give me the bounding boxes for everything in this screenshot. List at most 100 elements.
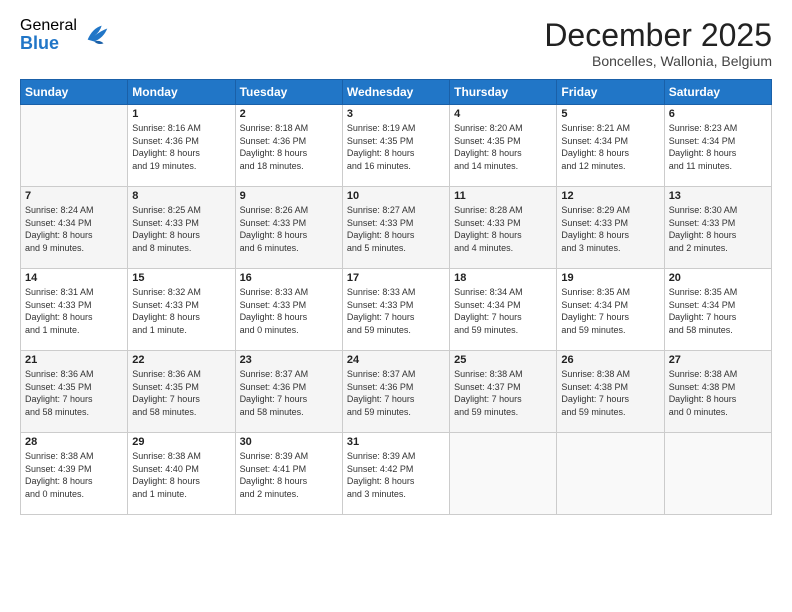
day-info: Sunrise: 8:35 AMSunset: 4:34 PMDaylight:… xyxy=(561,286,659,336)
day-info: Sunrise: 8:20 AMSunset: 4:35 PMDaylight:… xyxy=(454,122,552,172)
logo-general: General xyxy=(20,18,77,34)
table-row: 24Sunrise: 8:37 AMSunset: 4:36 PMDayligh… xyxy=(342,351,449,433)
day-number: 21 xyxy=(25,354,123,366)
day-number: 10 xyxy=(347,190,445,202)
table-row: 5 Sunrise: 8:21 AMSunset: 4:34 PMDaylight… xyxy=(557,105,664,187)
day-number: 1 xyxy=(132,108,230,120)
table-row xyxy=(557,433,664,515)
calendar-week-row: 14 Sunrise: 8:31 AMSunset: 4:33 PMDayligh… xyxy=(21,269,772,351)
table-row: 12 Sunrise: 8:29 AMSunset: 4:33 PMDayligh… xyxy=(557,187,664,269)
calendar-week-row: 21 Sunrise: 8:36 AMSunset: 4:35 PMDayligh… xyxy=(21,351,772,433)
table-row xyxy=(21,105,128,187)
table-row: 3 Sunrise: 8:19 AMSunset: 4:35 PMDaylight… xyxy=(342,105,449,187)
header: General Blue December 2025 Boncelles, Wa… xyxy=(20,18,772,69)
table-row: 6 Sunrise: 8:23 AMSunset: 4:34 PMDaylight… xyxy=(664,105,771,187)
day-info: Sunrise: 8:21 AMSunset: 4:34 PMDaylight:… xyxy=(561,122,659,172)
day-info: Sunrise: 8:30 AMSunset: 4:33 PMDaylight:… xyxy=(669,204,767,254)
table-row: 26 Sunrise: 8:38 AMSunset: 4:38 PMDayligh… xyxy=(557,351,664,433)
day-number: 25 xyxy=(454,354,552,366)
day-info: Sunrise: 8:26 AMSunset: 4:33 PMDaylight:… xyxy=(240,204,338,254)
day-number: 19 xyxy=(561,272,659,284)
day-number: 28 xyxy=(25,436,123,448)
table-row: 1 Sunrise: 8:16 AMSunset: 4:36 PMDaylight… xyxy=(128,105,235,187)
day-info: Sunrise: 8:37 AMSunset: 4:36 PMDaylight:… xyxy=(240,368,338,418)
day-info: Sunrise: 8:39 AMSunset: 4:42 PMDaylight:… xyxy=(347,450,445,500)
table-row: 29Sunrise: 8:38 AMSunset: 4:40 PMDayligh… xyxy=(128,433,235,515)
table-row: 30Sunrise: 8:39 AMSunset: 4:41 PMDayligh… xyxy=(235,433,342,515)
table-row: 22 Sunrise: 8:36 AMSunset: 4:35 PMDayligh… xyxy=(128,351,235,433)
table-row: 9 Sunrise: 8:26 AMSunset: 4:33 PMDaylight… xyxy=(235,187,342,269)
logo: General Blue xyxy=(20,18,111,52)
table-row xyxy=(450,433,557,515)
page: General Blue December 2025 Boncelles, Wa… xyxy=(0,0,792,612)
logo-bird-icon xyxy=(83,21,111,49)
header-tuesday: Tuesday xyxy=(235,80,342,105)
day-info: Sunrise: 8:29 AMSunset: 4:33 PMDaylight:… xyxy=(561,204,659,254)
day-number: 26 xyxy=(561,354,659,366)
day-number: 20 xyxy=(669,272,767,284)
day-number: 18 xyxy=(454,272,552,284)
day-number: 17 xyxy=(347,272,445,284)
table-row: 23Sunrise: 8:37 AMSunset: 4:36 PMDayligh… xyxy=(235,351,342,433)
month-title: December 2025 xyxy=(544,18,772,53)
day-number: 11 xyxy=(454,190,552,202)
header-sunday: Sunday xyxy=(21,80,128,105)
day-info: Sunrise: 8:33 AMSunset: 4:33 PMDaylight:… xyxy=(347,286,445,336)
table-row: 17 Sunrise: 8:33 AMSunset: 4:33 PMDayligh… xyxy=(342,269,449,351)
day-number: 2 xyxy=(240,108,338,120)
day-info: Sunrise: 8:27 AMSunset: 4:33 PMDaylight:… xyxy=(347,204,445,254)
header-saturday: Saturday xyxy=(664,80,771,105)
day-info: Sunrise: 8:16 AMSunset: 4:36 PMDaylight:… xyxy=(132,122,230,172)
table-row: 14 Sunrise: 8:31 AMSunset: 4:33 PMDayligh… xyxy=(21,269,128,351)
table-row: 11Sunrise: 8:28 AMSunset: 4:33 PMDayligh… xyxy=(450,187,557,269)
header-monday: Monday xyxy=(128,80,235,105)
day-info: Sunrise: 8:36 AMSunset: 4:35 PMDaylight:… xyxy=(25,368,123,418)
day-info: Sunrise: 8:34 AMSunset: 4:34 PMDaylight:… xyxy=(454,286,552,336)
day-info: Sunrise: 8:36 AMSunset: 4:35 PMDaylight:… xyxy=(132,368,230,418)
table-row: 18 Sunrise: 8:34 AMSunset: 4:34 PMDayligh… xyxy=(450,269,557,351)
table-row: 7 Sunrise: 8:24 AMSunset: 4:34 PMDaylight… xyxy=(21,187,128,269)
day-info: Sunrise: 8:19 AMSunset: 4:35 PMDaylight:… xyxy=(347,122,445,172)
day-number: 5 xyxy=(561,108,659,120)
table-row xyxy=(664,433,771,515)
table-row: 10 Sunrise: 8:27 AMSunset: 4:33 PMDayligh… xyxy=(342,187,449,269)
calendar-week-row: 28Sunrise: 8:38 AMSunset: 4:39 PMDayligh… xyxy=(21,433,772,515)
header-thursday: Thursday xyxy=(450,80,557,105)
header-friday: Friday xyxy=(557,80,664,105)
day-number: 3 xyxy=(347,108,445,120)
calendar-week-row: 7 Sunrise: 8:24 AMSunset: 4:34 PMDaylight… xyxy=(21,187,772,269)
day-info: Sunrise: 8:31 AMSunset: 4:33 PMDaylight:… xyxy=(25,286,123,336)
day-number: 13 xyxy=(669,190,767,202)
day-info: Sunrise: 8:23 AMSunset: 4:34 PMDaylight:… xyxy=(669,122,767,172)
day-info: Sunrise: 8:38 AMSunset: 4:37 PMDaylight:… xyxy=(454,368,552,418)
day-info: Sunrise: 8:38 AMSunset: 4:40 PMDaylight:… xyxy=(132,450,230,500)
day-number: 12 xyxy=(561,190,659,202)
table-row: 16Sunrise: 8:33 AMSunset: 4:33 PMDayligh… xyxy=(235,269,342,351)
location: Boncelles, Wallonia, Belgium xyxy=(544,53,772,69)
day-info: Sunrise: 8:32 AMSunset: 4:33 PMDaylight:… xyxy=(132,286,230,336)
day-number: 14 xyxy=(25,272,123,284)
day-info: Sunrise: 8:39 AMSunset: 4:41 PMDaylight:… xyxy=(240,450,338,500)
table-row: 28Sunrise: 8:38 AMSunset: 4:39 PMDayligh… xyxy=(21,433,128,515)
logo-text: General Blue xyxy=(20,18,77,52)
day-number: 8 xyxy=(132,190,230,202)
title-block: December 2025 Boncelles, Wallonia, Belgi… xyxy=(544,18,772,69)
table-row: 2Sunrise: 8:18 AMSunset: 4:36 PMDaylight… xyxy=(235,105,342,187)
table-row: 4Sunrise: 8:20 AMSunset: 4:35 PMDaylight… xyxy=(450,105,557,187)
table-row: 15 Sunrise: 8:32 AMSunset: 4:33 PMDayligh… xyxy=(128,269,235,351)
day-number: 15 xyxy=(132,272,230,284)
day-info: Sunrise: 8:24 AMSunset: 4:34 PMDaylight:… xyxy=(25,204,123,254)
day-number: 9 xyxy=(240,190,338,202)
day-info: Sunrise: 8:37 AMSunset: 4:36 PMDaylight:… xyxy=(347,368,445,418)
day-info: Sunrise: 8:38 AMSunset: 4:38 PMDaylight:… xyxy=(561,368,659,418)
table-row: 13 Sunrise: 8:30 AMSunset: 4:33 PMDayligh… xyxy=(664,187,771,269)
logo-blue: Blue xyxy=(20,34,77,52)
day-number: 22 xyxy=(132,354,230,366)
day-info: Sunrise: 8:38 AMSunset: 4:38 PMDaylight:… xyxy=(669,368,767,418)
day-number: 6 xyxy=(669,108,767,120)
day-number: 16 xyxy=(240,272,338,284)
table-row: 31Sunrise: 8:39 AMSunset: 4:42 PMDayligh… xyxy=(342,433,449,515)
table-row: 20Sunrise: 8:35 AMSunset: 4:34 PMDayligh… xyxy=(664,269,771,351)
calendar-week-row: 1 Sunrise: 8:16 AMSunset: 4:36 PMDaylight… xyxy=(21,105,772,187)
day-number: 7 xyxy=(25,190,123,202)
